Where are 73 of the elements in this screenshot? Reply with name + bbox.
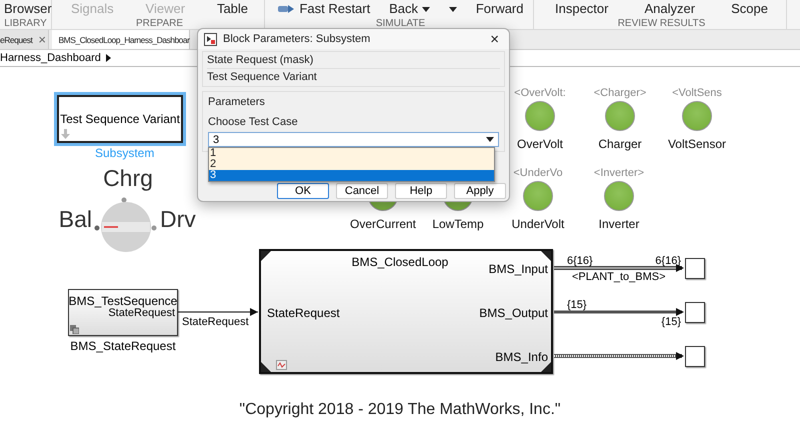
- block-title: BMS_ClosedLoop: [350, 255, 450, 269]
- breadcrumb-link[interactable]: Harness_Dashboard: [0, 52, 101, 64]
- toolstrip-button[interactable]: Back: [385, 1, 434, 17]
- block-name: BMS_StateRequest: [69, 339, 177, 353]
- outport-block[interactable]: [685, 302, 705, 323]
- close-button[interactable]: ×: [486, 32, 503, 46]
- dimension-label: 6{16}: [567, 255, 593, 267]
- signal-tag: <VoltSens: [672, 86, 722, 101]
- toolstrip-button[interactable]: Inspector: [551, 1, 612, 17]
- knob-pointer: [102, 222, 150, 232]
- editor-tab[interactable]: BMS_ClosedLoop_Harness_Dashboar: [52, 30, 190, 49]
- lamp-label: UnderVolt: [512, 217, 564, 231]
- knob-label: Chrg: [102, 165, 154, 192]
- dropdown-option[interactable]: 2: [209, 159, 494, 170]
- signal-label: <PLANT_to_BMS>: [572, 271, 666, 283]
- mask-description: Test Sequence Variant: [207, 70, 318, 85]
- toolstrip-button[interactable]: Browser: [0, 1, 56, 17]
- outport-block[interactable]: [685, 346, 705, 367]
- close-icon[interactable]: ×: [38, 32, 46, 47]
- section-label: PREPARE: [134, 18, 184, 29]
- toolstrip-button[interactable]: Forward: [472, 1, 528, 17]
- dimension-label: {15}: [660, 316, 681, 328]
- triangle-right-icon[interactable]: [106, 54, 111, 62]
- caret-icon: [486, 137, 494, 142]
- dialog-button[interactable]: Cancel: [336, 183, 388, 199]
- dialog-button[interactable]: OK: [277, 183, 329, 199]
- copyright-text: "Copyright 2018 - 2019 The MathWorks, Inc.": [238, 401, 562, 419]
- knob-label: Drv: [160, 206, 196, 233]
- block-label: Test Sequence Variant: [60, 112, 180, 126]
- block-name: Subsystem: [95, 146, 154, 160]
- lamp-label: OverCurrent: [350, 217, 416, 231]
- dimension-label: {15}: [567, 299, 587, 311]
- stacked-squares-icon: [70, 325, 79, 334]
- mask-title: State Request (mask): [207, 52, 500, 69]
- lamp-label: VoltSensor: [668, 137, 726, 151]
- knob-label: Bal: [58, 206, 92, 233]
- signal-tag: <OverVolt:: [514, 86, 566, 101]
- toolstrip-button[interactable]: Fast Restart: [273, 1, 374, 17]
- signal-scope-icon: [276, 360, 287, 370]
- port-label: BMS_Info: [494, 350, 548, 364]
- lamp-label: Charger: [598, 137, 642, 151]
- port-label: StateRequest: [108, 307, 175, 319]
- dropdown-field[interactable]: 3: [208, 132, 499, 147]
- block-title: BMS_TestSequence: [68, 294, 178, 308]
- section-label: SIMULATE: [374, 18, 426, 29]
- lamp-label: OverVolt: [516, 137, 564, 151]
- test-sequence-block[interactable]: [68, 289, 178, 336]
- section-label: LIBRARY: [3, 18, 48, 29]
- toolstrip-button[interactable]: Analyzer: [640, 1, 700, 17]
- dialog-button[interactable]: Help: [395, 183, 447, 199]
- lamp-label: LowTemp: [432, 217, 484, 231]
- group-title: Parameters: [208, 95, 266, 110]
- field-label: Choose Test Case: [208, 115, 299, 130]
- signal-tag: <UnderVo: [513, 166, 563, 181]
- section-label: REVIEW RESULTS: [616, 18, 706, 29]
- subsystem-block[interactable]: Test Sequence Variant: [57, 95, 183, 143]
- signal-tag: <Charger>: [594, 86, 646, 101]
- dropdown-option[interactable]: 3: [209, 170, 494, 181]
- lamp-label: Inverter: [598, 217, 640, 231]
- dropdown-option[interactable]: 1: [209, 148, 494, 159]
- dialog-title: Block Parameters: Subsystem: [223, 33, 372, 45]
- toolstrip-button[interactable]: Scope: [727, 1, 772, 17]
- arrow-down-icon: [61, 129, 70, 139]
- block-icon: [204, 32, 217, 46]
- port-label: StateRequest: [267, 306, 340, 320]
- port-label: BMS_Output: [478, 306, 548, 320]
- dialog-button[interactable]: Apply: [454, 183, 506, 199]
- editor-tab[interactable]: eRequest ×: [0, 30, 50, 49]
- signal-tag: <Inverter>: [594, 166, 644, 181]
- signal-label: StateRequest: [182, 316, 249, 328]
- outport-block[interactable]: [685, 258, 705, 279]
- toolstrip-button[interactable]: Table: [212, 1, 252, 17]
- fast-restart-icon: [277, 3, 296, 15]
